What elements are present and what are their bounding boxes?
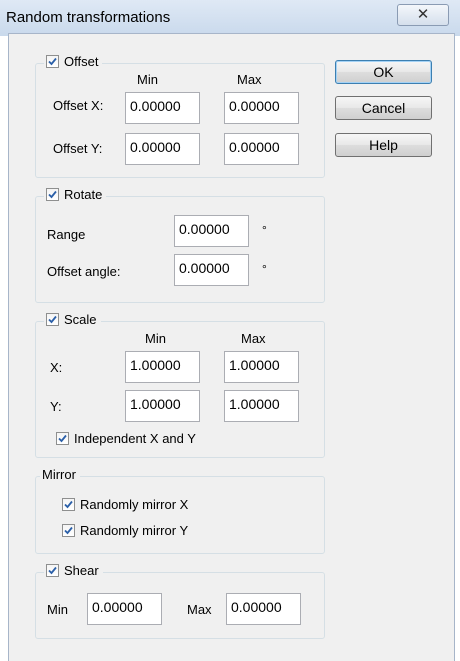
checkmark-icon (64, 526, 73, 535)
rotate-range-degree: ° (262, 223, 267, 237)
scale-max-header: Max (241, 331, 266, 346)
help-button[interactable]: Help (335, 133, 432, 157)
checkmark-icon (48, 315, 57, 324)
checkmark-icon (58, 434, 67, 443)
scale-min-header: Min (145, 331, 166, 346)
rotate-offset-angle-label: Offset angle: (47, 264, 121, 279)
offset-y-label: Offset Y: (53, 141, 103, 156)
close-button[interactable]: ✕ (397, 4, 449, 26)
checkmark-icon (48, 57, 57, 66)
cancel-button[interactable]: Cancel (335, 96, 432, 120)
mirror-group: Mirror (35, 467, 325, 554)
scale-label: Scale (64, 312, 97, 327)
shear-checkbox-row[interactable]: Shear (44, 563, 103, 578)
mirror-y-row[interactable]: Randomly mirror Y (62, 523, 188, 538)
rotate-range-label: Range (47, 227, 86, 242)
offset-y-max-input[interactable]: 0.00000 (224, 133, 299, 165)
mirror-x-row[interactable]: Randomly mirror X (62, 497, 188, 512)
independent-xy-row[interactable]: Independent X and Y (56, 431, 196, 446)
offset-checkbox[interactable] (46, 55, 59, 68)
offset-max-header: Max (237, 72, 262, 87)
title-bar: Random transformations ✕ (0, 0, 460, 36)
checkmark-icon (48, 566, 57, 575)
scale-x-max-input[interactable]: 1.00000 (224, 351, 299, 383)
offset-x-max-input[interactable]: 0.00000 (224, 92, 299, 124)
checkmark-icon (64, 500, 73, 509)
checkmark-icon (48, 190, 57, 199)
rotate-angle-degree: ° (262, 262, 267, 276)
mirror-label: Mirror (42, 467, 76, 482)
mirror-y-label: Randomly mirror Y (80, 523, 189, 538)
offset-y-min-input[interactable]: 0.00000 (125, 133, 200, 165)
rotate-checkbox[interactable] (46, 188, 59, 201)
scale-y-max-input[interactable]: 1.00000 (224, 390, 299, 422)
rotate-range-input[interactable]: 0.00000 (174, 215, 249, 247)
shear-max-label: Max (187, 602, 212, 617)
close-icon: ✕ (416, 6, 430, 23)
shear-min-input[interactable]: 0.00000 (87, 593, 162, 625)
mirror-legend: Mirror (40, 467, 80, 482)
shear-label: Shear (64, 563, 99, 578)
rotate-label: Rotate (64, 187, 103, 202)
offset-min-header: Min (137, 72, 158, 87)
offset-x-min-input[interactable]: 0.00000 (125, 92, 200, 124)
scale-x-min-input[interactable]: 1.00000 (125, 351, 200, 383)
rotate-offset-angle-input[interactable]: 0.00000 (174, 254, 249, 286)
offset-label: Offset (64, 54, 99, 69)
offset-x-label: Offset X: (53, 98, 104, 113)
mirror-x-checkbox[interactable] (62, 498, 75, 511)
rotate-group: Rotate (35, 187, 325, 303)
offset-checkbox-row[interactable]: Offset (44, 54, 103, 69)
shear-min-label: Min (47, 602, 68, 617)
scale-y-label: Y: (50, 399, 62, 414)
shear-checkbox[interactable] (46, 564, 59, 577)
scale-x-label: X: (50, 360, 63, 375)
scale-checkbox[interactable] (46, 313, 59, 326)
scale-checkbox-row[interactable]: Scale (44, 312, 101, 327)
mirror-x-label: Randomly mirror X (80, 497, 189, 512)
scale-y-min-input[interactable]: 1.00000 (125, 390, 200, 422)
independent-xy-checkbox[interactable] (56, 432, 69, 445)
shear-max-input[interactable]: 0.00000 (226, 593, 301, 625)
ok-button[interactable]: OK (335, 60, 432, 84)
window-title: Random transformations (6, 9, 171, 26)
mirror-y-checkbox[interactable] (62, 524, 75, 537)
rotate-checkbox-row[interactable]: Rotate (44, 187, 107, 202)
independent-xy-label: Independent X and Y (74, 431, 196, 446)
